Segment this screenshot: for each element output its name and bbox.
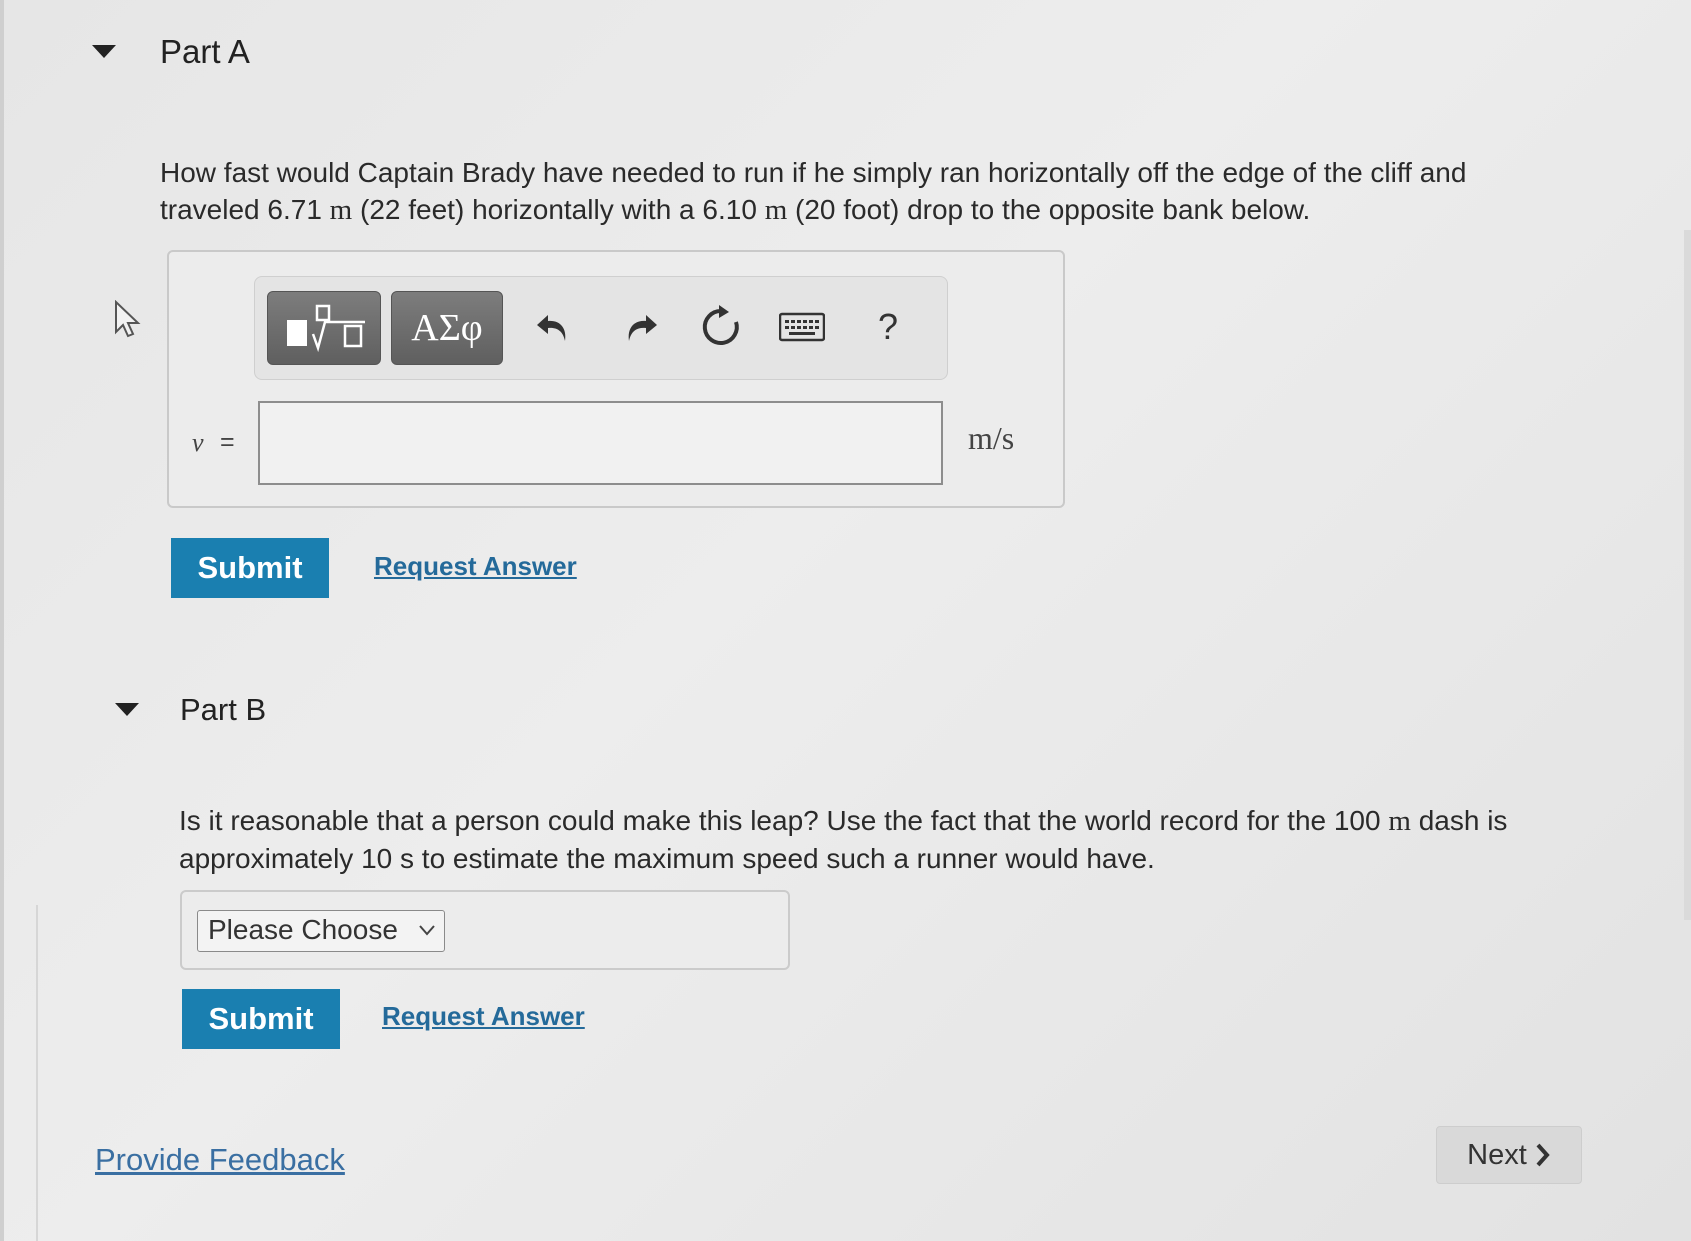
- answer-input[interactable]: [258, 401, 943, 485]
- caret-down-icon[interactable]: [115, 703, 139, 716]
- request-answer-link-part-a[interactable]: Request Answer: [374, 551, 577, 582]
- reset-icon: [702, 305, 739, 345]
- variable-label: v: [192, 428, 204, 457]
- scrollbar[interactable]: [1684, 230, 1691, 920]
- chevron-right-icon: [1536, 1143, 1550, 1167]
- templates-icon: [287, 304, 365, 353]
- answer-select[interactable]: Please Choose: [197, 910, 445, 952]
- reset-icon[interactable]: [694, 299, 748, 355]
- request-answer-link-part-b[interactable]: Request Answer: [382, 1001, 585, 1032]
- provide-feedback-link[interactable]: Provide Feedback: [95, 1142, 345, 1178]
- submit-button-part-a[interactable]: Submit: [171, 538, 329, 598]
- help-button[interactable]: ?: [861, 299, 915, 355]
- part-b-title: Part B: [180, 692, 267, 727]
- equals-sign: =: [220, 428, 235, 456]
- greek-symbols-button[interactable]: ΑΣφ: [391, 291, 503, 365]
- templates-button[interactable]: [267, 291, 381, 365]
- mouse-pointer-icon: [115, 300, 141, 338]
- chevron-down-icon: [419, 925, 435, 936]
- redo-icon[interactable]: [614, 299, 668, 355]
- part-a-title: Part A: [160, 33, 250, 70]
- submit-button-part-b[interactable]: Submit: [182, 989, 340, 1049]
- next-button[interactable]: Next: [1436, 1126, 1582, 1184]
- redo-icon: [628, 315, 657, 341]
- window-edge: [0, 0, 4, 1241]
- undo-icon[interactable]: [526, 299, 580, 355]
- undo-icon: [537, 315, 566, 341]
- keyboard-icon[interactable]: [775, 299, 829, 355]
- divider: [36, 905, 38, 1241]
- part-b-question: Is it reasonable that a person could mak…: [179, 805, 1508, 874]
- keyboard-icon: [779, 312, 825, 342]
- math-toolbar: ΑΣφ ?: [254, 276, 948, 380]
- unit-label: m/s: [968, 420, 1015, 456]
- caret-down-icon[interactable]: [92, 45, 116, 58]
- part-a-question: How fast would Captain Brady have needed…: [160, 157, 1467, 226]
